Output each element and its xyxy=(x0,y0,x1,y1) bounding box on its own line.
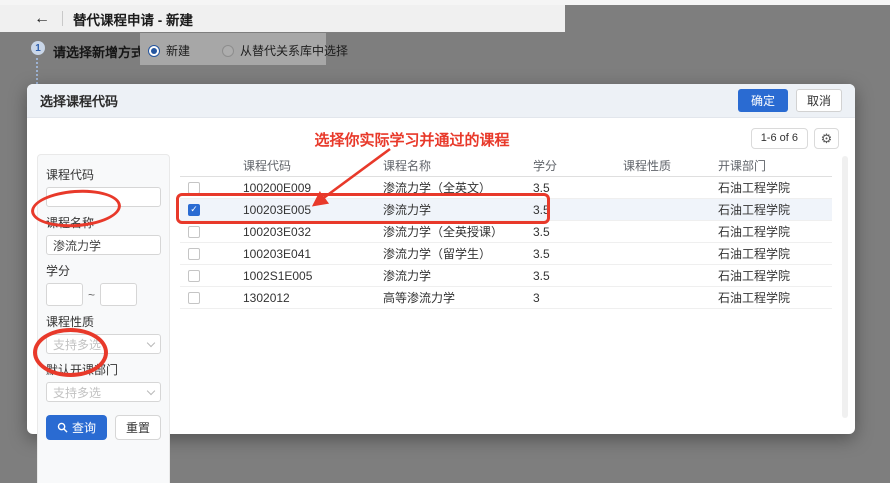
reset-button[interactable]: 重置 xyxy=(115,415,161,440)
cell-course-name: 渗流力学（全英授课） xyxy=(375,223,525,240)
page-title: 替代课程申请 - 新建 xyxy=(73,9,193,29)
step-connector-line xyxy=(36,58,38,84)
cell-credits: 3.5 xyxy=(525,181,615,195)
filter-panel: 课程代码 课程名称 学分 ~ 课程性质 支持多选 默认开课部门 支持多选 xyxy=(37,154,170,483)
header-course-name: 课程名称 xyxy=(375,157,525,174)
cell-department: 石油工程学院 xyxy=(710,267,832,284)
chevron-down-icon xyxy=(147,386,155,394)
app-header: ← 替代课程申请 - 新建 xyxy=(0,5,565,32)
cell-department: 石油工程学院 xyxy=(710,223,832,240)
credits-range: ~ xyxy=(46,283,161,306)
dialog-title: 选择课程代码 xyxy=(40,91,738,110)
radio-selected-icon[interactable] xyxy=(148,45,160,57)
checkbox[interactable] xyxy=(188,226,200,238)
radio-option-new[interactable]: 新建 xyxy=(148,42,190,59)
course-nature-label: 课程性质 xyxy=(46,313,161,330)
table-row[interactable]: 100200E009 渗流力学（全英文） 3.5 石油工程学院 xyxy=(180,177,832,199)
radio-option-library-label: 从替代关系库中选择 xyxy=(240,42,348,59)
cell-department: 石油工程学院 xyxy=(710,289,832,306)
table-row[interactable]: 100203E032 渗流力学（全英授课） 3.5 石油工程学院 xyxy=(180,221,832,243)
table-header-row: 课程代码 课程名称 学分 课程性质 开课部门 xyxy=(180,154,832,177)
cell-credits: 3 xyxy=(525,291,615,305)
search-button-label: 查询 xyxy=(72,419,96,436)
cell-course-code: 100200E009 xyxy=(235,181,375,195)
cell-department: 石油工程学院 xyxy=(710,245,832,262)
cell-course-code: 100203E032 xyxy=(235,225,375,239)
step-label: 请选择新增方式 xyxy=(53,42,144,61)
cell-course-code: 100203E005 xyxy=(235,203,375,217)
filter-buttons: 查询 重置 xyxy=(46,415,161,440)
credits-max-input[interactable] xyxy=(100,283,137,306)
credits-label: 学分 xyxy=(46,262,161,279)
confirm-button[interactable]: 确定 xyxy=(738,89,788,112)
cell-course-code: 100203E041 xyxy=(235,247,375,261)
course-table: 课程代码 课程名称 学分 课程性质 开课部门 100200E009 渗流力学（全… xyxy=(180,154,832,309)
checkbox[interactable] xyxy=(188,270,200,282)
cell-department: 石油工程学院 xyxy=(710,201,832,218)
radio-option-library[interactable]: 从替代关系库中选择 xyxy=(222,42,348,59)
course-nature-placeholder: 支持多选 xyxy=(53,336,101,353)
department-label: 默认开课部门 xyxy=(46,361,161,378)
cell-department: 石油工程学院 xyxy=(710,179,832,196)
cell-course-name: 渗流力学 xyxy=(375,201,525,218)
course-code-input[interactable] xyxy=(46,187,161,207)
header-department: 开课部门 xyxy=(710,157,832,174)
course-name-label: 课程名称 xyxy=(46,214,161,231)
cell-credits: 3.5 xyxy=(525,269,615,283)
search-button[interactable]: 查询 xyxy=(46,415,107,440)
screen: ← 替代课程申请 - 新建 1 请选择新增方式 新建 从替代关系库中选择 选择课… xyxy=(0,0,890,483)
checkbox[interactable] xyxy=(188,182,200,194)
credits-min-input[interactable] xyxy=(46,283,83,306)
cell-credits: 3.5 xyxy=(525,203,615,217)
annotation-text: 选择你实际学习并通过的课程 xyxy=(252,129,572,150)
checkbox-checked-icon[interactable]: ✓ xyxy=(188,204,200,216)
cell-credits: 3.5 xyxy=(525,225,615,239)
dialog-header: 选择课程代码 确定 取消 xyxy=(27,84,855,118)
pagination-bar: 1-6 of 6 ⚙ xyxy=(751,128,839,149)
search-icon xyxy=(57,422,68,433)
select-course-code-dialog: 选择课程代码 确定 取消 1-6 of 6 ⚙ 选择你实际学习并通过的课程 课程… xyxy=(27,84,855,434)
cancel-button[interactable]: 取消 xyxy=(796,89,842,112)
back-icon[interactable]: ← xyxy=(34,10,50,28)
header-credits: 学分 xyxy=(525,157,615,174)
cell-course-code: 1302012 xyxy=(235,291,375,305)
cell-course-name: 高等渗流力学 xyxy=(375,289,525,306)
course-code-label: 课程代码 xyxy=(46,166,161,183)
header-divider xyxy=(62,11,63,26)
radio-unselected-icon[interactable] xyxy=(222,45,234,57)
cell-course-name: 渗流力学 xyxy=(375,267,525,284)
cell-credits: 3.5 xyxy=(525,247,615,261)
checkbox[interactable] xyxy=(188,248,200,260)
gear-icon[interactable]: ⚙ xyxy=(814,128,839,149)
header-course-nature: 课程性质 xyxy=(615,157,710,174)
cell-course-code: 1002S1E005 xyxy=(235,269,375,283)
header-course-code: 课程代码 xyxy=(235,157,375,174)
scrollbar-track[interactable] xyxy=(842,156,848,418)
table-row[interactable]: 1002S1E005 渗流力学 3.5 石油工程学院 xyxy=(180,265,832,287)
cell-course-name: 渗流力学（全英文） xyxy=(375,179,525,196)
checkbox[interactable] xyxy=(188,292,200,304)
table-row[interactable]: 100203E041 渗流力学（留学生） 3.5 石油工程学院 xyxy=(180,243,832,265)
course-name-input[interactable] xyxy=(46,235,161,255)
department-select[interactable]: 支持多选 xyxy=(46,382,161,402)
step-number-badge: 1 xyxy=(31,41,45,55)
credits-separator: ~ xyxy=(88,288,95,302)
pagination-range: 1-6 of 6 xyxy=(751,128,808,149)
table-row-selected[interactable]: ✓ 100203E005 渗流力学 3.5 石油工程学院 xyxy=(180,199,832,221)
department-placeholder: 支持多选 xyxy=(53,384,101,401)
radio-option-new-label: 新建 xyxy=(166,42,190,59)
course-nature-select[interactable]: 支持多选 xyxy=(46,334,161,354)
cell-course-name: 渗流力学（留学生） xyxy=(375,245,525,262)
table-row[interactable]: 1302012 高等渗流力学 3 石油工程学院 xyxy=(180,287,832,309)
chevron-down-icon xyxy=(147,338,155,346)
